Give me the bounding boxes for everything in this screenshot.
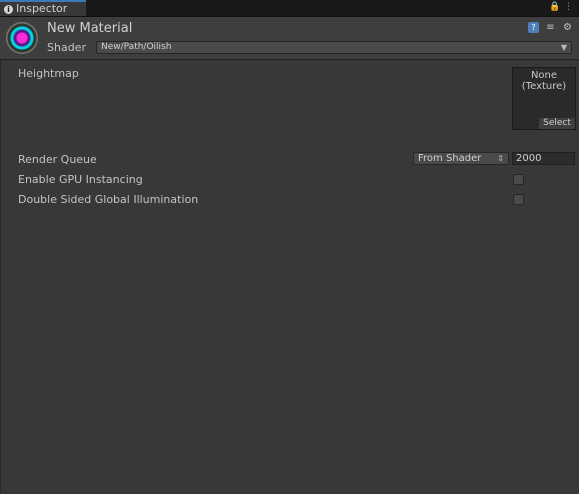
heightmap-texture-slot[interactable]: None (Texture) Select [512, 67, 576, 130]
shader-value: New/Path/Oilish [101, 42, 172, 52]
lock-icon[interactable]: 🔒 [549, 2, 560, 12]
gpu-instancing-checkbox[interactable] [513, 174, 524, 185]
material-name: New Material [47, 21, 133, 36]
menu-icon[interactable]: ⋮ [564, 2, 573, 12]
updown-arrow-icon: ⇕ [497, 154, 504, 163]
render-queue-dropdown[interactable]: From Shader ⇕ [413, 152, 509, 165]
material-preview-icon [6, 22, 38, 54]
render-queue-label: Render Queue [18, 153, 97, 166]
tab-label: Inspector [16, 2, 68, 15]
info-icon: i [4, 5, 13, 14]
texture-none-label: None (Texture) [521, 70, 567, 92]
chevron-down-icon: ▼ [560, 43, 567, 52]
shader-dropdown[interactable]: New/Path/Oilish ▼ [96, 41, 572, 54]
double-sided-gi-checkbox[interactable] [513, 194, 524, 205]
gpu-instancing-label: Enable GPU Instancing [18, 173, 143, 186]
tab-inspector[interactable]: i Inspector [0, 0, 86, 16]
properties-panel: Heightmap None (Texture) Select Render Q… [0, 60, 579, 494]
render-queue-input[interactable]: 2000 [512, 152, 575, 165]
texture-select-button[interactable]: Select [539, 118, 575, 129]
material-header: New Material Shader New/Path/Oilish ▼ ? … [0, 17, 579, 60]
render-queue-mode: From Shader [418, 153, 482, 164]
double-sided-gi-label: Double Sided Global Illumination [18, 193, 199, 206]
tab-bar: i Inspector 🔒 ⋮ [0, 0, 579, 17]
help-icon[interactable]: ? [528, 22, 539, 33]
gear-icon[interactable]: ⚙ [562, 22, 573, 33]
settings-sliders-icon[interactable]: ≡ [545, 22, 556, 33]
shader-label: Shader [47, 41, 86, 54]
heightmap-label: Heightmap [18, 67, 79, 80]
